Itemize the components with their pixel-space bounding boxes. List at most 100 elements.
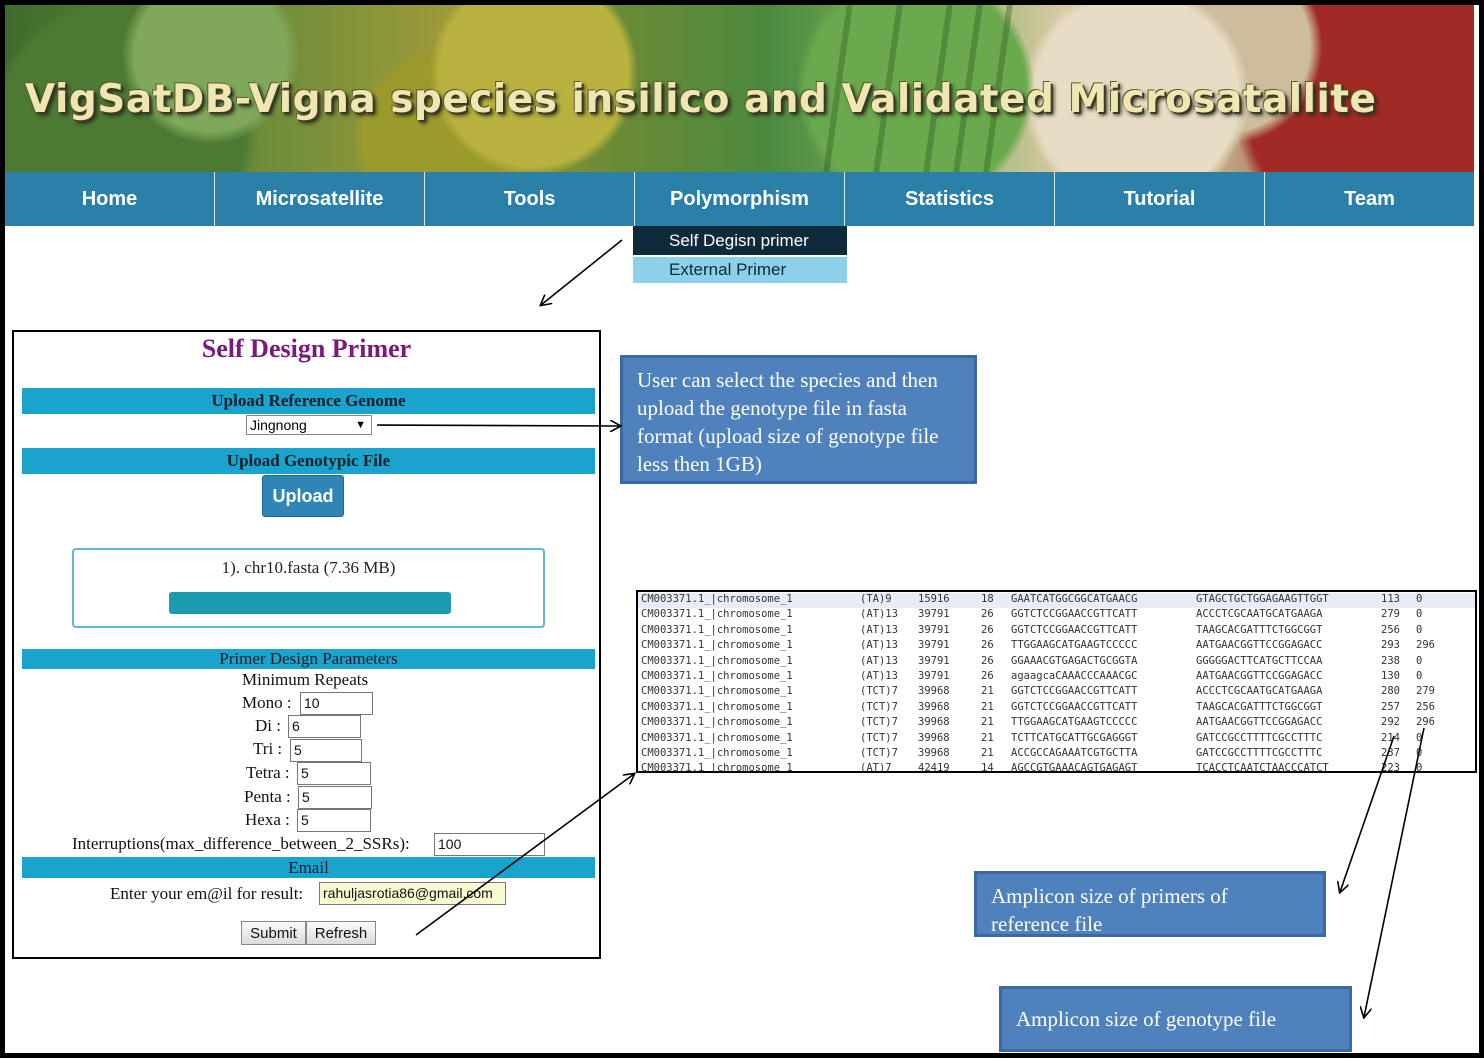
cell-forward-primer: AGCCGTGAAACAGTGAGAGT: [1011, 762, 1138, 773]
cell-chromosome-id: CM003371.1_|chromosome_1: [641, 593, 793, 605]
cell-position: 39968: [918, 700, 950, 713]
cell-forward-primer: ACCGCCAGAAATCGTGCTTA: [1011, 746, 1138, 759]
cell-reverse-primer: AATGAACGGTTCCGGAGACC: [1196, 669, 1323, 682]
nav-tutorial[interactable]: Tutorial: [1055, 172, 1265, 226]
submenu-self-design-primer[interactable]: Self Degisn primer: [633, 226, 847, 255]
cell-genotype-amplicon: 279: [1416, 685, 1435, 698]
cell-chromosome-id: CM003371.1_|chromosome_1: [641, 685, 793, 698]
banner-title: VigSatDB-Vigna species insilico and Vali…: [25, 77, 1377, 122]
interruptions-input[interactable]: 100: [434, 833, 545, 856]
cell-genotype-amplicon: 296: [1416, 639, 1435, 652]
cell-forward-primer: GGAAACGTGAGACTGCGGTA: [1011, 654, 1138, 667]
hexa-label: Hexa :: [245, 810, 290, 829]
table-row: CM003371.1_|chromosome_1 (TCT)7 39968 21 TTG…: [638, 716, 1475, 731]
email-input[interactable]: rahuljasrotia86@gmail.com: [319, 882, 506, 905]
cell-genotype-amplicon: 296: [1416, 716, 1435, 729]
upload-progress-fill: [169, 592, 451, 614]
cell-chromosome-id: CM003371.1_|chromosome_1: [641, 608, 793, 621]
uploaded-file-name: 1). chr10.fasta (7.36 MB): [221, 558, 396, 577]
cell-reference-amplicon: 292: [1381, 716, 1400, 729]
cell-length: 21: [981, 685, 994, 698]
cell-reverse-primer: GATCCGCCTTTTCGCCTTTC: [1196, 731, 1323, 744]
cell-reverse-primer: TAAGCACGATTTCTGGCGGT: [1196, 623, 1323, 636]
cell-reference-amplicon: 214: [1381, 731, 1400, 744]
genome-select[interactable]: Jingnong ▼: [246, 415, 372, 435]
tri-label: Tri :: [253, 739, 283, 758]
panel-title: Self Design Primer: [201, 334, 412, 363]
cell-reference-amplicon: 293: [1381, 639, 1400, 652]
table-row: CM003371.1_|chromosome_1 (TA)9 15916 18 GAAT…: [638, 593, 1475, 609]
tri-input[interactable]: 5: [290, 739, 362, 762]
cell-position: 39968: [918, 685, 950, 698]
cell-reference-amplicon: 279: [1381, 608, 1400, 621]
nav-home[interactable]: Home: [5, 172, 215, 226]
table-row: CM003371.1_|chromosome_1 (TCT)7 39968 21 GGT…: [638, 685, 1475, 700]
upload-button[interactable]: Upload: [262, 475, 344, 517]
cell-position: 39791: [918, 669, 950, 682]
cell-chromosome-id: CM003371.1_|chromosome_1: [641, 669, 793, 682]
cell-repeat-motif: (AT)13: [860, 639, 898, 652]
cell-repeat-motif: (TCT)7: [860, 700, 898, 713]
cell-reference-amplicon: 256: [1381, 623, 1400, 636]
cell-forward-primer: GAATCATGGCGGCATGAACG: [1011, 593, 1138, 605]
cell-length: 14: [981, 762, 994, 773]
cell-length: 26: [981, 623, 994, 636]
result-table: CM003371.1_|chromosome_1 (TA)9 15916 18 GAAT…: [636, 590, 1477, 773]
cell-length: 21: [981, 731, 994, 744]
cell-repeat-motif: (AT)13: [860, 623, 898, 636]
cell-genotype-amplicon: 0: [1416, 762, 1423, 773]
uploaded-file-box: 1). chr10.fasta (7.36 MB): [72, 548, 545, 628]
cell-chromosome-id: CM003371.1_|chromosome_1: [641, 746, 793, 759]
mono-label: Mono :: [242, 693, 292, 712]
mono-input[interactable]: 10: [300, 692, 373, 715]
cell-chromosome-id: CM003371.1_|chromosome_1: [641, 623, 793, 636]
tetra-input[interactable]: 5: [297, 762, 371, 785]
cell-reference-amplicon: 130: [1381, 669, 1400, 682]
di-input[interactable]: 6: [288, 715, 361, 738]
cell-repeat-motif: (TCT)7: [860, 685, 898, 698]
penta-input[interactable]: 5: [298, 786, 372, 809]
cell-genotype-amplicon: 0: [1416, 608, 1423, 621]
cell-reverse-primer: ACCCTCGCAATGCATGAAGA: [1196, 608, 1323, 621]
cell-genotype-amplicon: 0: [1416, 669, 1423, 682]
callout-genotype-amplicon: Amplicon size of genotype file: [999, 986, 1352, 1052]
cell-forward-primer: agaagcaCAAACCCAAACGC: [1011, 669, 1138, 682]
cell-forward-primer: TTGGAAGCATGAAGTCCCCC: [1011, 716, 1138, 729]
cell-forward-primer: GGTCTCCGGAACCGTTCATT: [1011, 685, 1138, 698]
email-header: Email: [22, 857, 595, 878]
cell-reference-amplicon: 113: [1381, 593, 1400, 605]
cell-reference-amplicon: 280: [1381, 685, 1400, 698]
cell-reverse-primer: TCACCTCAATCTAACCCATCT: [1196, 762, 1329, 773]
submit-button[interactable]: Submit: [241, 921, 306, 945]
refresh-button[interactable]: Refresh: [306, 921, 376, 945]
cell-forward-primer: TTGGAAGCATGAAGTCCCCC: [1011, 639, 1138, 652]
cell-forward-primer: GGTCTCCGGAACCGTTCATT: [1011, 700, 1138, 713]
nav-statistics[interactable]: Statistics: [845, 172, 1055, 226]
cell-length: 26: [981, 639, 994, 652]
nav-team[interactable]: Team: [1265, 172, 1474, 226]
cell-position: 39968: [918, 731, 950, 744]
primer-params-header: Primer Design Parameters: [22, 649, 595, 669]
nav-polymorphism[interactable]: Polymorphism: [635, 172, 845, 226]
cell-reverse-primer: GGGGGACTTCATGCTTCCAA: [1196, 654, 1323, 667]
penta-label: Penta :: [244, 787, 291, 806]
nav-tools[interactable]: Tools: [425, 172, 635, 226]
cell-forward-primer: GGTCTCCGGAACCGTTCATT: [1011, 623, 1138, 636]
callout-species-upload: User can select the species and then upl…: [620, 355, 977, 484]
cell-reverse-primer: AATGAACGGTTCCGGAGACC: [1196, 639, 1323, 652]
chevron-down-icon: ▼: [355, 419, 366, 431]
table-row: CM003371.1_|chromosome_1 (AT)13 39791 26 GGA…: [638, 655, 1475, 670]
cell-chromosome-id: CM003371.1_|chromosome_1: [641, 731, 793, 744]
cell-position: 42419: [918, 762, 950, 773]
nav-microsatellite[interactable]: Microsatellite: [215, 172, 425, 226]
table-row: CM003371.1_|chromosome_1 (AT)13 39791 26 aga…: [638, 670, 1475, 685]
cell-reverse-primer: AATGAACGGTTCCGGAGACC: [1196, 716, 1323, 729]
table-row: CM003371.1_|chromosome_1 (AT)7 42419 14 AGCC…: [638, 762, 1475, 773]
table-row: CM003371.1_|chromosome_1 (TCT)7 39968 21 TCT…: [638, 732, 1475, 747]
submenu-external-primer[interactable]: External Primer: [633, 257, 847, 283]
cell-chromosome-id: CM003371.1_|chromosome_1: [641, 762, 793, 773]
cell-forward-primer: GGTCTCCGGAACCGTTCATT: [1011, 608, 1138, 621]
hexa-input[interactable]: 5: [297, 809, 371, 832]
polymorphism-submenu: Self Degisn primer External Primer: [633, 226, 847, 283]
genome-select-value: Jingnong: [250, 417, 307, 433]
